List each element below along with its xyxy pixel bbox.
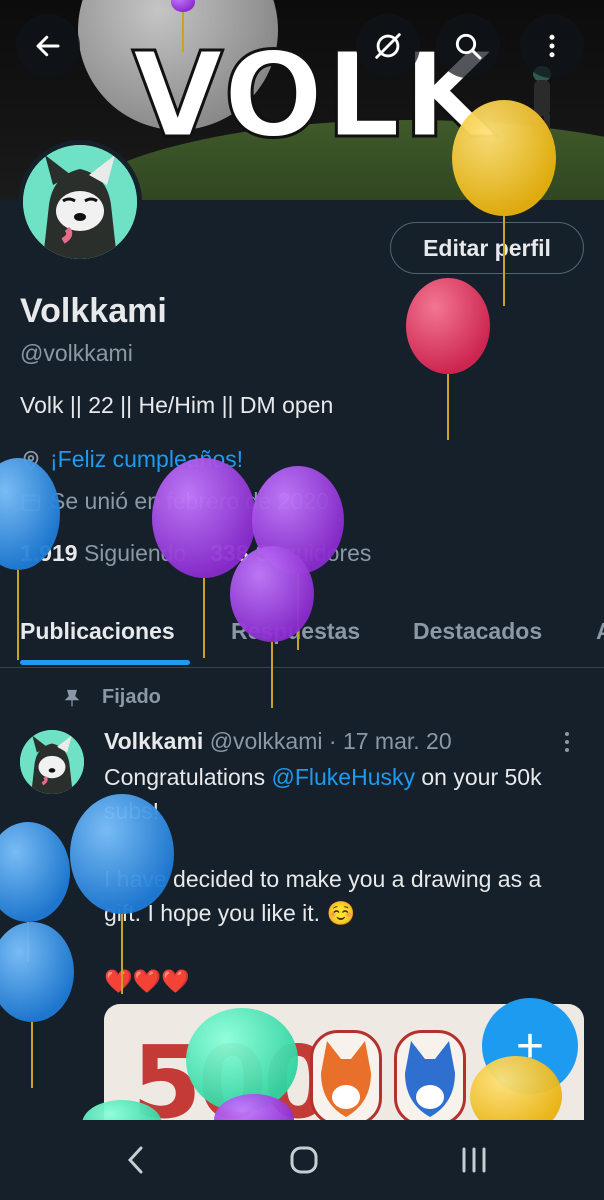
system-nav-bar — [0, 1120, 604, 1200]
birthday-link[interactable]: ¡Feliz cumpleaños! — [50, 446, 243, 473]
tweet-header: Volkkami @volkkami · 17 mar. 20 — [104, 728, 452, 755]
followers-label: Seguidores — [255, 540, 372, 566]
followers-stat[interactable]: 338 Seguidores — [210, 540, 371, 567]
media-number-text: 500 — [132, 1024, 333, 1124]
search-icon — [455, 33, 482, 60]
home-icon — [290, 1146, 318, 1174]
compose-fab-button[interactable]: + — [482, 998, 578, 1094]
husky-image — [405, 1041, 455, 1117]
following-stat[interactable]: 1.919 Siguiendo — [20, 540, 186, 567]
joined-row: Se unió en febrero de 2020 — [20, 488, 329, 515]
tweet-author-handle: @volkkami — [209, 728, 323, 754]
tab-destacados[interactable]: Destacados — [413, 618, 542, 645]
recents-icon — [462, 1147, 486, 1173]
plus-icon: + — [515, 1019, 545, 1073]
tab-respuestas[interactable]: Respuestas — [231, 618, 360, 645]
back-button[interactable] — [16, 14, 80, 78]
tweet-text-part: Congratulations — [104, 764, 272, 790]
system-recents-button[interactable] — [444, 1138, 504, 1182]
eye-slash-icon — [375, 33, 401, 59]
tweet-hearts: ❤️❤️❤️ — [104, 968, 190, 994]
wolf-avatar-image — [23, 145, 137, 259]
arrow-left-icon — [36, 35, 60, 57]
vertical-dots-icon — [565, 732, 569, 752]
fox-image — [321, 1041, 371, 1117]
search-button[interactable] — [436, 14, 500, 78]
more-options-button[interactable] — [520, 14, 584, 78]
pinned-label: Fijado — [102, 686, 161, 708]
profile-handle: @volkkami — [20, 340, 133, 366]
mention-link[interactable]: @FlukeHusky — [272, 764, 416, 790]
tweet-date[interactable]: 17 mar. 20 — [343, 728, 452, 754]
profile-tabs: Publicaciones Respuestas Destacados A — [0, 600, 604, 668]
followers-count: 338 — [210, 540, 249, 566]
profile-display-name: Volkkami — [20, 292, 167, 330]
tweet-paragraph-2: I have decided to make you a drawing as … — [104, 866, 542, 926]
back-icon — [127, 1146, 143, 1174]
edit-profile-button[interactable]: Editar perfil — [390, 222, 584, 274]
profile-avatar[interactable] — [18, 140, 142, 264]
tweet-author-name[interactable]: Volkkami — [104, 728, 203, 754]
tweet-separator: · — [328, 728, 337, 754]
balloon-red — [406, 278, 490, 440]
vertical-dots-icon — [549, 34, 555, 58]
following-label: Siguiendo — [83, 540, 187, 566]
active-tab-indicator — [20, 660, 190, 665]
following-count: 1.919 — [20, 540, 78, 566]
birthday-row: ¡Feliz cumpleaños! — [20, 446, 243, 473]
follow-stats: 1.919 Siguiendo 338 Seguidores — [20, 540, 371, 567]
calendar-icon — [21, 493, 41, 511]
location-pin-icon — [23, 450, 39, 470]
tweet-more-button[interactable] — [562, 730, 572, 761]
tweet-author-avatar[interactable] — [20, 730, 84, 794]
pin-icon — [64, 689, 80, 706]
media-fox-drawing — [310, 1030, 382, 1124]
profile-bio: Volk || 22 || He/Him || DM open — [20, 392, 334, 418]
system-home-button[interactable] — [274, 1138, 334, 1182]
system-back-button[interactable] — [106, 1138, 166, 1182]
media-husky-drawing — [394, 1030, 466, 1124]
tweet-text: Congratulations @FlukeHusky on your 50k … — [104, 760, 584, 998]
hide-button[interactable] — [356, 14, 420, 78]
balloon-blue-3 — [0, 822, 70, 962]
balloon-blue-4 — [0, 922, 74, 1088]
joined-date: Se unió en febrero de 2020 — [50, 488, 329, 514]
tab-publicaciones[interactable]: Publicaciones — [20, 618, 175, 645]
tab-more[interactable]: A — [596, 618, 604, 645]
wolf-avatar-small-image — [20, 730, 84, 794]
tweet-paragraph-1: Congratulations @FlukeHusky on your 50k … — [104, 760, 584, 828]
pinned-label-row: Fijado — [62, 686, 161, 709]
